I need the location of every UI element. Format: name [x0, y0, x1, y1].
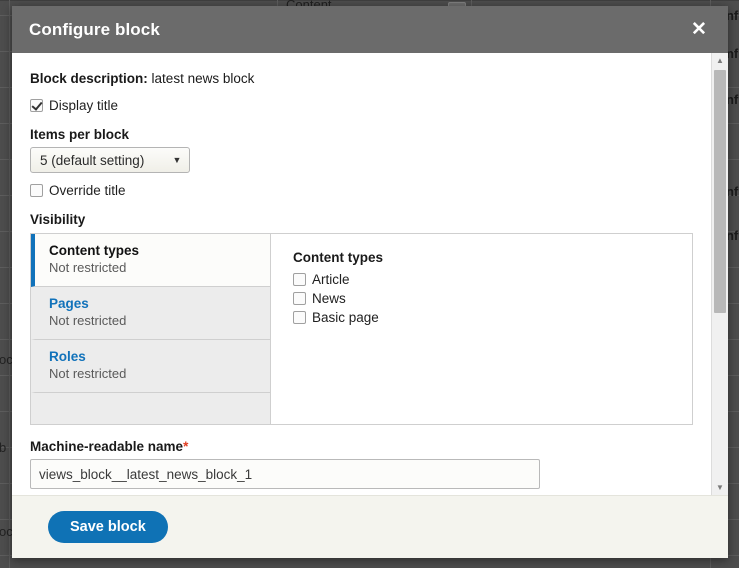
dialog-scrollbar[interactable]: ▲ ▼	[711, 53, 728, 495]
tab-roles[interactable]: Roles Not restricted	[31, 340, 270, 393]
basic-page-checkbox[interactable]	[293, 311, 306, 324]
chevron-down-icon: ▼	[172, 155, 182, 165]
dialog-body: Block description: latest news block Dis…	[12, 53, 711, 495]
content-type-option-news[interactable]: News	[293, 291, 692, 306]
override-title-label[interactable]: Override title	[49, 183, 126, 198]
tab-content-types-summary: Not restricted	[49, 260, 127, 275]
tab-content-types[interactable]: Content types Not restricted	[31, 234, 270, 287]
items-per-block-value: 5 (default setting)	[40, 152, 145, 168]
dialog-titlebar: Configure block ✕	[12, 6, 728, 53]
items-per-block-label: Items per block	[30, 127, 130, 142]
machine-name-label-text: Machine-readable name	[30, 439, 184, 454]
required-marker: *	[183, 439, 189, 454]
background-left-fragment: b	[0, 440, 7, 455]
override-title-checkbox[interactable]	[30, 184, 43, 197]
tab-roles-summary: Not restricted	[49, 366, 127, 381]
tab-roles-title: Roles	[49, 349, 86, 364]
override-title-row[interactable]: Override title	[30, 183, 693, 198]
visibility-vertical-tabs: Content types Not restricted Pages Not r…	[30, 233, 693, 425]
close-icon[interactable]: ✕	[684, 15, 714, 45]
content-type-option-article[interactable]: Article	[293, 272, 692, 287]
news-checkbox[interactable]	[293, 292, 306, 305]
display-title-checkbox[interactable]	[30, 99, 43, 112]
content-type-option-basic-page[interactable]: Basic page	[293, 310, 692, 325]
visibility-label: Visibility	[30, 212, 86, 227]
save-block-button[interactable]: Save block	[48, 511, 168, 543]
dialog-footer: Save block	[12, 495, 728, 558]
tab-pages[interactable]: Pages Not restricted	[31, 287, 270, 340]
dialog-body-wrapper: Block description: latest news block Dis…	[12, 53, 728, 495]
display-title-row[interactable]: Display title	[30, 98, 693, 113]
article-checkbox[interactable]	[293, 273, 306, 286]
machine-name-label: Machine-readable name*	[30, 439, 693, 454]
news-label[interactable]: News	[312, 291, 346, 306]
article-label[interactable]: Article	[312, 272, 350, 287]
dialog-title: Configure block	[29, 19, 160, 39]
block-description: Block description: latest news block	[30, 71, 693, 86]
block-description-label: Block description:	[30, 71, 148, 86]
machine-name-input[interactable]	[30, 459, 540, 489]
block-description-value: latest news block	[151, 71, 255, 86]
content-types-pane: Content types Article News Basic page	[271, 234, 692, 424]
background-left-fragment: oc	[0, 352, 13, 367]
scroll-up-icon[interactable]: ▲	[712, 53, 728, 68]
vertical-tabs-menu: Content types Not restricted Pages Not r…	[31, 234, 271, 424]
content-types-pane-title: Content types	[293, 250, 384, 265]
configure-block-dialog: Configure block ✕ Block description: lat…	[12, 6, 728, 558]
display-title-label[interactable]: Display title	[49, 98, 118, 113]
tab-pages-title: Pages	[49, 296, 89, 311]
background-left-fragment: oc	[0, 524, 13, 539]
items-per-block-select[interactable]: 5 (default setting) ▼	[30, 147, 190, 173]
tab-pages-summary: Not restricted	[49, 313, 127, 328]
tab-content-types-title: Content types	[49, 243, 140, 258]
scrollbar-thumb[interactable]	[714, 70, 726, 313]
scroll-down-icon[interactable]: ▼	[712, 480, 728, 495]
basic-page-label[interactable]: Basic page	[312, 310, 379, 325]
